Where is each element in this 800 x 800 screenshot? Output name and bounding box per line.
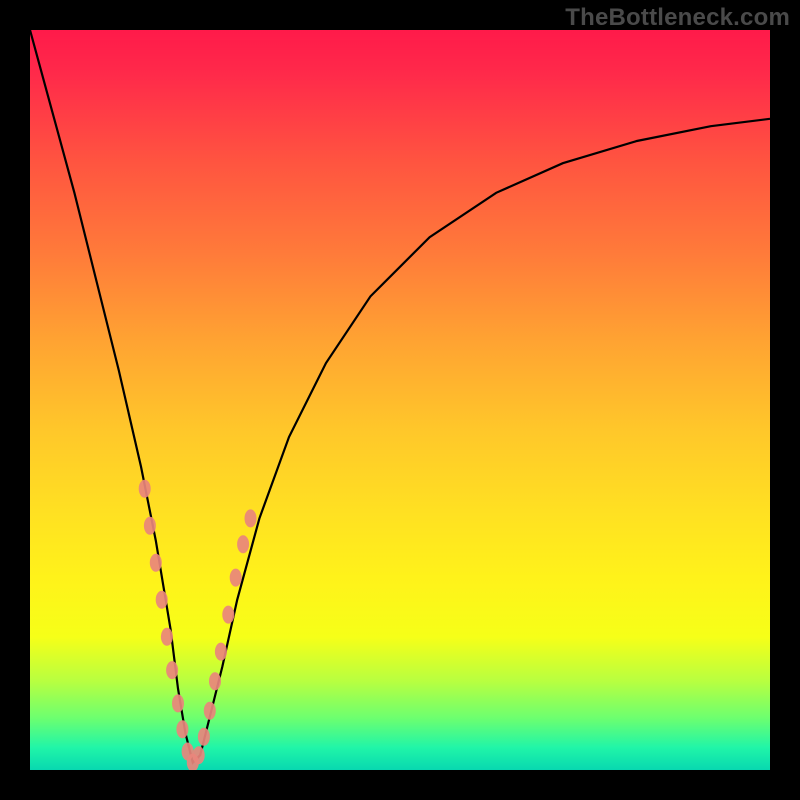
marker-dot bbox=[150, 554, 162, 572]
plot-area bbox=[30, 30, 770, 770]
marker-dot bbox=[215, 643, 227, 661]
marker-dot bbox=[237, 535, 249, 553]
chart-frame: TheBottleneck.com bbox=[0, 0, 800, 800]
watermark-text: TheBottleneck.com bbox=[565, 4, 790, 32]
marker-dot bbox=[166, 661, 178, 679]
marker-dot bbox=[172, 694, 184, 712]
marker-dot bbox=[144, 517, 156, 535]
marker-dot bbox=[198, 728, 210, 746]
marker-dot bbox=[204, 702, 216, 720]
bottleneck-curve bbox=[30, 30, 770, 763]
marker-dot bbox=[161, 628, 173, 646]
marker-dot bbox=[139, 480, 151, 498]
marker-dot bbox=[156, 591, 168, 609]
marker-dot bbox=[222, 606, 234, 624]
bottleneck-curve-svg bbox=[30, 30, 770, 770]
marker-dot bbox=[209, 672, 221, 690]
highlight-markers bbox=[139, 480, 257, 770]
marker-dot bbox=[245, 509, 257, 527]
marker-dot bbox=[176, 720, 188, 738]
marker-dot bbox=[230, 569, 242, 587]
marker-dot bbox=[193, 746, 205, 764]
